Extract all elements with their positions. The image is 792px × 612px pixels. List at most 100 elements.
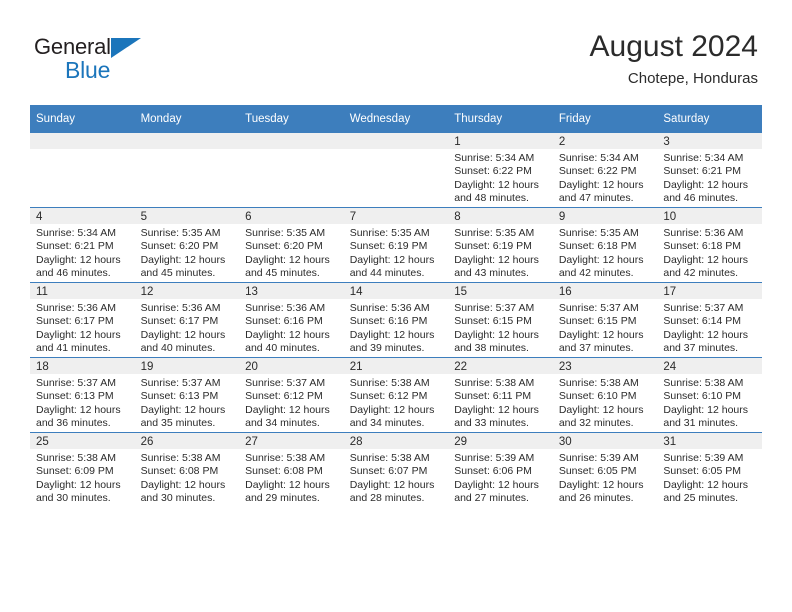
calendar-day-cell[interactable]: 17 Sunrise: 5:37 AM Sunset: 6:14 PM Dayligh… (657, 282, 762, 358)
calendar-day-cell[interactable]: 6 Sunrise: 5:35 AM Sunset: 6:20 PM Daylight… (239, 207, 344, 283)
calendar-day-cell[interactable]: 14 Sunrise: 5:36 AM Sunset: 6:16 PM Dayligh… (343, 282, 449, 358)
sunset-time: Sunset: 6:17 PM (140, 315, 219, 328)
day-number: 7 (343, 208, 449, 224)
day-number (343, 133, 449, 149)
calendar-page: General Blue August 2024 Chotepe, Hondur… (0, 0, 792, 612)
day-cell-inner: 18 Sunrise: 5:37 AM Sunset: 6:13 PM Dayligh… (30, 358, 135, 432)
day-cell-details: Sunrise: 5:38 AM Sunset: 6:08 PM Daylight:… (135, 449, 240, 506)
day-number: 24 (657, 358, 762, 374)
day-number: 21 (343, 358, 449, 374)
sunset-time: Sunset: 6:20 PM (245, 240, 323, 253)
calendar-day-cell[interactable]: 31 Sunrise: 5:39 AM Sunset: 6:05 PM Dayligh… (657, 432, 762, 507)
day-cell-inner: 22 Sunrise: 5:38 AM Sunset: 6:11 PM Dayligh… (448, 358, 553, 432)
day-cell-inner: 29 Sunrise: 5:39 AM Sunset: 6:06 PM Dayligh… (448, 433, 553, 507)
day-number: 31 (657, 433, 762, 449)
sunrise-time: Sunrise: 5:38 AM (245, 452, 326, 464)
day-number: 14 (343, 283, 449, 299)
day-cell-details: Sunrise: 5:34 AM Sunset: 6:22 PM Daylight:… (448, 149, 553, 206)
sunrise-time: Sunrise: 5:37 AM (245, 377, 326, 389)
day-cell-inner: 9 Sunrise: 5:35 AM Sunset: 6:18 PM Daylight… (552, 208, 658, 282)
daylight-duration-line1: Daylight: 12 hours (245, 253, 330, 266)
sunrise-time: Sunrise: 5:36 AM (140, 302, 221, 314)
daylight-duration-line1: Daylight: 12 hours (36, 403, 121, 416)
page-header: General Blue August 2024 Chotepe, Hondur… (34, 28, 758, 100)
day-number: 17 (657, 283, 762, 299)
day-number: 6 (239, 208, 344, 224)
weekday-header-monday: Monday (134, 105, 240, 133)
sunrise-time: Sunrise: 5:34 AM (558, 152, 639, 164)
calendar-day-cell[interactable]: 30 Sunrise: 5:39 AM Sunset: 6:05 PM Dayligh… (552, 432, 658, 507)
calendar-day-cell[interactable]: 12 Sunrise: 5:36 AM Sunset: 6:17 PM Dayligh… (134, 282, 240, 358)
day-cell-inner: 6 Sunrise: 5:35 AM Sunset: 6:20 PM Daylight… (239, 208, 344, 282)
calendar-day-cell[interactable]: 26 Sunrise: 5:38 AM Sunset: 6:08 PM Dayligh… (134, 432, 240, 507)
sunset-time: Sunset: 6:18 PM (663, 240, 742, 253)
calendar-day-cell[interactable]: 25 Sunrise: 5:38 AM Sunset: 6:09 PM Dayligh… (30, 432, 135, 507)
daylight-duration-line2: and 36 minutes. (36, 417, 111, 430)
sunset-time: Sunset: 6:17 PM (36, 315, 114, 328)
page-subtitle-location: Chotepe, Honduras (627, 70, 758, 87)
day-cell-details: Sunrise: 5:39 AM Sunset: 6:06 PM Daylight:… (448, 449, 553, 506)
calendar-day-cell[interactable]: 2 Sunrise: 5:34 AM Sunset: 6:22 PM Daylight… (552, 132, 658, 208)
day-number: 27 (239, 433, 344, 449)
daylight-duration-line1: Daylight: 12 hours (349, 403, 435, 416)
day-number: 13 (239, 283, 344, 299)
daylight-duration-line2: and 37 minutes. (663, 342, 739, 355)
calendar-day-cell[interactable]: 5 Sunrise: 5:35 AM Sunset: 6:20 PM Daylight… (134, 207, 240, 283)
sunset-time: Sunset: 6:14 PM (663, 315, 742, 328)
calendar-day-cell[interactable]: 19 Sunrise: 5:37 AM Sunset: 6:13 PM Dayligh… (134, 357, 240, 433)
calendar-day-cell[interactable]: 28 Sunrise: 5:38 AM Sunset: 6:07 PM Dayligh… (343, 432, 449, 507)
sunrise-time: Sunrise: 5:35 AM (349, 227, 430, 239)
daylight-duration-line2: and 48 minutes. (454, 192, 529, 205)
calendar-day-cell[interactable]: 4 Sunrise: 5:34 AM Sunset: 6:21 PM Daylight… (30, 207, 135, 283)
calendar-day-cell[interactable]: 11 Sunrise: 5:36 AM Sunset: 6:17 PM Dayligh… (30, 282, 135, 358)
calendar-day-cell[interactable]: 1 Sunrise: 5:34 AM Sunset: 6:22 PM Daylight… (448, 132, 553, 208)
daylight-duration-line1: Daylight: 12 hours (663, 403, 749, 416)
calendar-day-cell[interactable]: 8 Sunrise: 5:35 AM Sunset: 6:19 PM Daylight… (448, 207, 553, 283)
calendar-day-cell[interactable]: 10 Sunrise: 5:36 AM Sunset: 6:18 PM Dayligh… (657, 207, 762, 283)
calendar-day-cell[interactable]: 16 Sunrise: 5:37 AM Sunset: 6:15 PM Dayligh… (552, 282, 658, 358)
sunset-time: Sunset: 6:08 PM (140, 465, 219, 478)
day-cell-inner: 31 Sunrise: 5:39 AM Sunset: 6:05 PM Dayligh… (657, 433, 762, 507)
calendar-day-cell[interactable]: 24 Sunrise: 5:38 AM Sunset: 6:10 PM Dayligh… (657, 357, 762, 433)
calendar-day-cell[interactable]: 18 Sunrise: 5:37 AM Sunset: 6:13 PM Dayligh… (30, 357, 135, 433)
daylight-duration-line2: and 30 minutes. (140, 492, 216, 505)
daylight-duration-line1: Daylight: 12 hours (349, 328, 435, 341)
day-cell-inner: 25 Sunrise: 5:38 AM Sunset: 6:09 PM Dayligh… (30, 433, 135, 507)
sunrise-time: Sunrise: 5:38 AM (454, 377, 535, 389)
calendar-day-cell[interactable]: 29 Sunrise: 5:39 AM Sunset: 6:06 PM Dayligh… (448, 432, 553, 507)
weekday-header-thursday: Thursday (448, 105, 553, 133)
sunset-time: Sunset: 6:15 PM (558, 315, 637, 328)
daylight-duration-line2: and 30 minutes. (36, 492, 111, 505)
daylight-duration-line1: Daylight: 12 hours (454, 328, 539, 341)
sunset-time: Sunset: 6:16 PM (245, 315, 323, 328)
calendar-day-cell[interactable]: 20 Sunrise: 5:37 AM Sunset: 6:12 PM Dayligh… (239, 357, 344, 433)
generalblue-logo[interactable]: General Blue (34, 34, 214, 90)
calendar-day-cell[interactable]: 3 Sunrise: 5:34 AM Sunset: 6:21 PM Daylight… (657, 132, 762, 208)
sunrise-time: Sunrise: 5:34 AM (454, 152, 535, 164)
calendar-day-cell[interactable]: 23 Sunrise: 5:38 AM Sunset: 6:10 PM Dayligh… (552, 357, 658, 433)
calendar-header-row: Sunday Monday Tuesday Wednesday Thursday… (30, 105, 762, 133)
sunset-time: Sunset: 6:19 PM (454, 240, 532, 253)
sunset-time: Sunset: 6:05 PM (558, 465, 637, 478)
day-cell-details: Sunrise: 5:38 AM Sunset: 6:12 PM Daylight:… (344, 374, 449, 431)
calendar-day-cell[interactable]: 21 Sunrise: 5:38 AM Sunset: 6:12 PM Dayligh… (343, 357, 449, 433)
daylight-duration-line2: and 31 minutes. (663, 417, 739, 430)
calendar-day-cell[interactable]: 9 Sunrise: 5:35 AM Sunset: 6:18 PM Daylight… (552, 207, 658, 283)
calendar-day-cell[interactable]: 7 Sunrise: 5:35 AM Sunset: 6:19 PM Daylight… (343, 207, 449, 283)
sunset-time: Sunset: 6:20 PM (140, 240, 219, 253)
day-cell-inner: 17 Sunrise: 5:37 AM Sunset: 6:14 PM Dayligh… (657, 283, 762, 357)
weekday-header-friday: Friday (552, 105, 658, 133)
sunrise-time: Sunrise: 5:36 AM (245, 302, 326, 314)
calendar-day-cell[interactable]: 15 Sunrise: 5:37 AM Sunset: 6:15 PM Dayligh… (448, 282, 553, 358)
day-cell-details: Sunrise: 5:38 AM Sunset: 6:11 PM Daylight:… (448, 374, 553, 431)
day-cell-inner: 26 Sunrise: 5:38 AM Sunset: 6:08 PM Dayligh… (134, 433, 240, 507)
calendar-day-cell[interactable]: 27 Sunrise: 5:38 AM Sunset: 6:08 PM Dayligh… (239, 432, 344, 507)
daylight-duration-line2: and 45 minutes. (245, 267, 320, 280)
sunset-time: Sunset: 6:07 PM (349, 465, 428, 478)
calendar-day-cell[interactable]: 13 Sunrise: 5:36 AM Sunset: 6:16 PM Dayligh… (239, 282, 344, 358)
sunrise-time: Sunrise: 5:34 AM (36, 227, 116, 239)
daylight-duration-line2: and 44 minutes. (349, 267, 425, 280)
daylight-duration-line1: Daylight: 12 hours (663, 328, 749, 341)
calendar-day-cell[interactable]: 22 Sunrise: 5:38 AM Sunset: 6:11 PM Dayligh… (448, 357, 553, 433)
sunrise-time: Sunrise: 5:36 AM (663, 227, 744, 239)
